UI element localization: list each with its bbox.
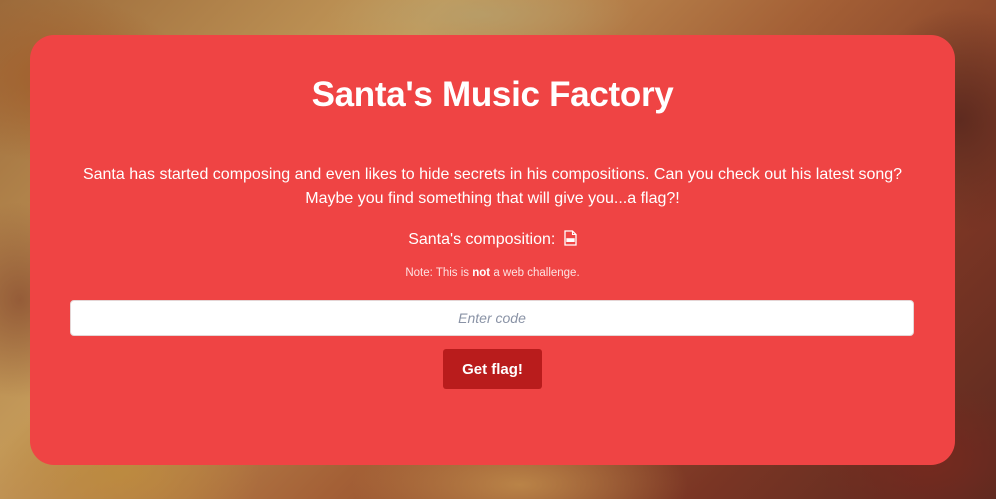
description-line-2: Maybe you find something that will give … xyxy=(305,190,680,207)
composition-row: Santa's composition: xyxy=(30,229,955,253)
pdf-file-icon[interactable] xyxy=(564,230,577,253)
composition-label: Santa's composition: xyxy=(408,231,556,248)
code-input[interactable] xyxy=(70,300,914,336)
note-text: Note: This is not a web challenge. xyxy=(405,267,580,279)
challenge-card: Santa's Music Factory Santa has started … xyxy=(30,35,955,465)
get-flag-button[interactable]: Get flag! xyxy=(443,349,542,389)
description-line-1: Santa has started composing and even lik… xyxy=(82,166,903,183)
page-title: Santa's Music Factory xyxy=(311,75,674,114)
note-emphasis: not xyxy=(472,267,491,279)
challenge-description: Santa has started composing and even lik… xyxy=(60,163,925,211)
